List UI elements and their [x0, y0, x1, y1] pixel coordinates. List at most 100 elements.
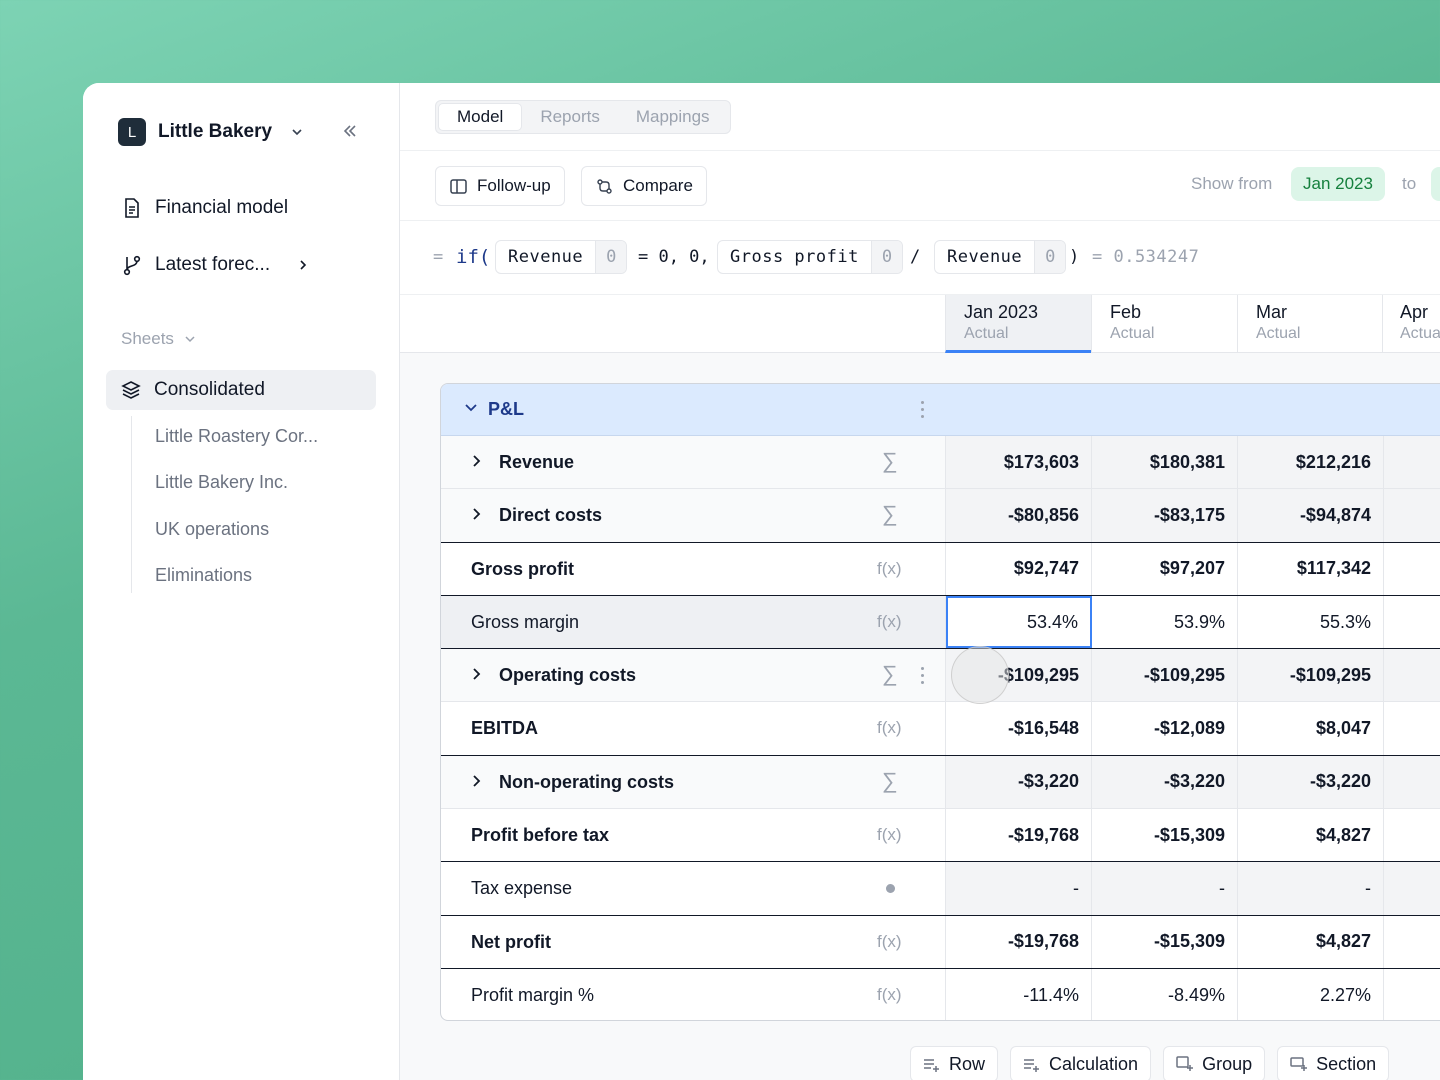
- sheet-child[interactable]: UK operations: [155, 519, 269, 540]
- value-cell[interactable]: $180,381: [1092, 436, 1238, 489]
- tab-reports[interactable]: Reports: [522, 103, 618, 131]
- more-icon[interactable]: [921, 667, 925, 685]
- value-cell[interactable]: $173,603: [946, 436, 1092, 489]
- nav-financial-model[interactable]: Financial model: [121, 197, 288, 219]
- formula-ref-gross-profit[interactable]: Gross profit 0: [717, 240, 904, 274]
- nav-latest-forecast[interactable]: Latest forec...: [121, 254, 310, 276]
- row-label-cell[interactable]: Non-operating costs ∑: [441, 755, 946, 809]
- table-row[interactable]: Direct costs ∑ -$80,856-$83,175-$94,874-: [441, 489, 1440, 543]
- add-group-button[interactable]: Group: [1163, 1046, 1266, 1080]
- row-label-cell[interactable]: Revenue ∑: [441, 436, 946, 489]
- value-cell[interactable]: 53.4%: [946, 595, 1092, 649]
- value-cell[interactable]: -$19,768: [946, 809, 1092, 862]
- value-cell[interactable]: [1384, 543, 1440, 595]
- value-cell[interactable]: [1384, 916, 1440, 968]
- value-cell[interactable]: -$83,175: [1092, 489, 1238, 542]
- value-cell[interactable]: -8.49%: [1092, 968, 1238, 1020]
- value-cell[interactable]: -: [946, 862, 1092, 915]
- value-cell[interactable]: -$15,309: [1092, 809, 1238, 862]
- value-cell[interactable]: [1384, 862, 1440, 915]
- value-cell[interactable]: $92,747: [946, 542, 1092, 595]
- value-cell[interactable]: -$16,548: [946, 702, 1092, 755]
- value-cell[interactable]: -$80,856: [946, 489, 1092, 542]
- add-section-button[interactable]: Section: [1277, 1046, 1390, 1080]
- from-date-picker[interactable]: Jan 2023: [1291, 167, 1385, 201]
- follow-up-button[interactable]: Follow-up: [435, 166, 565, 206]
- row-label-cell[interactable]: Direct costs ∑: [441, 489, 946, 542]
- value-cell[interactable]: [1384, 596, 1440, 648]
- value-cell[interactable]: $97,207: [1092, 542, 1238, 595]
- to-date-picker[interactable]: [1431, 167, 1440, 201]
- group-row-pl[interactable]: P&L: [441, 384, 1440, 436]
- table-row[interactable]: EBITDA f(x) -$16,548 -$12,089 $8,047: [441, 702, 1440, 756]
- chevron-right-icon[interactable]: [469, 454, 483, 468]
- value-cell[interactable]: -$19,768: [946, 915, 1092, 968]
- table-row[interactable]: Profit margin % f(x) -11.4% -8.49% 2.27%: [441, 968, 1440, 1020]
- collapse-sidebar-icon[interactable]: [341, 120, 359, 146]
- sheet-consolidated[interactable]: Consolidated: [106, 370, 376, 410]
- value-cell[interactable]: [1384, 755, 1440, 809]
- row-label-cell[interactable]: Operating costs ∑: [441, 649, 946, 702]
- value-cell[interactable]: [1384, 969, 1440, 1020]
- add-calculation-button[interactable]: Calculation: [1010, 1046, 1152, 1080]
- sheet-child[interactable]: Eliminations: [155, 565, 252, 586]
- sheet-child[interactable]: Little Bakery Inc.: [155, 472, 288, 493]
- column-header[interactable]: Mar Actual: [1237, 295, 1383, 353]
- org-switcher[interactable]: L Little Bakery: [118, 118, 304, 146]
- formula-ref-revenue[interactable]: Revenue 0: [934, 240, 1067, 274]
- row-label-cell[interactable]: Profit margin % f(x): [441, 968, 946, 1020]
- column-header[interactable]: Apr Actua: [1382, 295, 1440, 353]
- table-row[interactable]: Operating costs ∑ -$109,295 -$109,295 -$109,…: [441, 649, 1440, 703]
- row-label-cell[interactable]: EBITDA f(x): [441, 702, 946, 755]
- column-header[interactable]: Jan 2023 Actual: [945, 295, 1091, 353]
- value-cell[interactable]: $8,047: [1238, 702, 1384, 755]
- add-row-button[interactable]: Row: [910, 1046, 999, 1080]
- row-label-cell[interactable]: Gross profit f(x): [441, 542, 946, 595]
- chevron-down-icon[interactable]: [463, 399, 479, 415]
- value-cell[interactable]: $117,342: [1238, 542, 1384, 595]
- value-cell[interactable]: $: [1384, 436, 1440, 489]
- sheet-child[interactable]: Little Roastery Cor...: [155, 426, 318, 447]
- value-cell[interactable]: -$3,220: [1238, 755, 1384, 809]
- table-row[interactable]: Revenue ∑ $173,603$180,381$212,216$: [441, 436, 1440, 490]
- value-cell[interactable]: -$3,220: [1092, 755, 1238, 809]
- value-cell[interactable]: -: [1384, 489, 1440, 542]
- row-label-cell[interactable]: Gross margin f(x): [441, 595, 946, 649]
- value-cell[interactable]: -: [1092, 862, 1238, 915]
- formula-bar[interactable]: = if( Revenue 0 = 0, 0, Gross profit 0 /…: [400, 221, 1440, 295]
- chevron-right-icon[interactable]: [469, 667, 483, 681]
- table-row[interactable]: Non-operating costs ∑ -$3,220 -$3,220 -$3,22…: [441, 755, 1440, 810]
- tab-mappings[interactable]: Mappings: [618, 103, 728, 131]
- value-cell[interactable]: -$12,089: [1092, 702, 1238, 755]
- table-row[interactable]: Profit before tax f(x) -$19,768 -$15,309 $4,…: [441, 809, 1440, 863]
- more-icon[interactable]: [921, 401, 925, 419]
- value-cell[interactable]: -$15,309: [1092, 915, 1238, 968]
- value-cell[interactable]: -$109,295: [1092, 649, 1238, 702]
- table-row[interactable]: Gross margin f(x) 53.4% 53.9% 55.3%: [441, 595, 1440, 650]
- table-row[interactable]: Gross profit f(x) $92,747 $97,207 $117,342: [441, 542, 1440, 596]
- table-row[interactable]: Tax expense - - -: [441, 862, 1440, 916]
- column-header[interactable]: Feb Actual: [1091, 295, 1237, 353]
- table-row[interactable]: Net profit f(x) -$19,768 -$15,309 $4,827: [441, 915, 1440, 969]
- value-cell[interactable]: [1384, 809, 1440, 861]
- value-cell[interactable]: $4,827: [1238, 915, 1384, 968]
- compare-button[interactable]: Compare: [581, 166, 707, 206]
- value-cell[interactable]: -: [1384, 649, 1440, 702]
- value-cell[interactable]: -$3,220: [946, 755, 1092, 809]
- value-cell[interactable]: $212,216: [1238, 436, 1384, 489]
- row-label-cell[interactable]: Tax expense: [441, 862, 946, 915]
- row-label-cell[interactable]: Net profit f(x): [441, 915, 946, 968]
- sheets-section-toggle[interactable]: Sheets: [121, 329, 196, 349]
- value-cell[interactable]: -$94,874: [1238, 489, 1384, 542]
- value-cell[interactable]: [1384, 702, 1440, 754]
- chevron-right-icon[interactable]: [469, 507, 483, 521]
- value-cell[interactable]: 55.3%: [1238, 595, 1384, 649]
- chevron-right-icon[interactable]: [469, 774, 483, 788]
- value-cell[interactable]: $4,827: [1238, 809, 1384, 862]
- value-cell[interactable]: 53.9%: [1092, 595, 1238, 649]
- row-label-cell[interactable]: Profit before tax f(x): [441, 809, 946, 862]
- value-cell[interactable]: -11.4%: [946, 968, 1092, 1020]
- value-cell[interactable]: -: [1238, 862, 1384, 915]
- value-cell[interactable]: -$109,295: [1238, 649, 1384, 702]
- tab-model[interactable]: Model: [438, 103, 523, 131]
